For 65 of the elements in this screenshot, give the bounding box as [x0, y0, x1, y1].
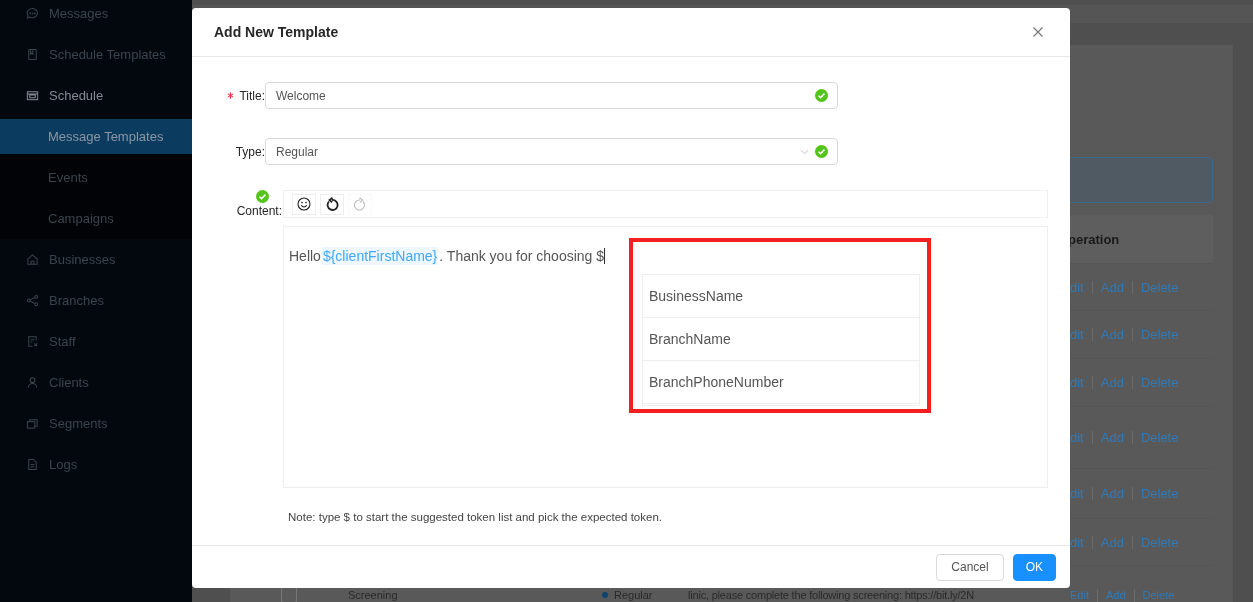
- input-field[interactable]: Regular: [265, 138, 838, 165]
- sidebar-subitem[interactable]: Campaigns: [0, 198, 192, 239]
- action-link[interactable]: dit: [1070, 279, 1084, 295]
- sidebar-item[interactable]: Messages: [0, 0, 192, 34]
- field-label: Content:: [236, 204, 282, 218]
- dialog-title: Add New Template: [214, 24, 339, 40]
- stack-icon: [26, 417, 39, 430]
- emoji-button[interactable]: [292, 193, 316, 215]
- action-link[interactable]: dit: [1070, 486, 1084, 501]
- sidebar-item[interactable]: Staff: [0, 321, 192, 362]
- input-field[interactable]: Welcome: [265, 82, 838, 109]
- sidebar-item[interactable]: Businesses: [0, 239, 192, 280]
- chat-icon: [26, 7, 39, 20]
- suggestion-item[interactable]: BusinessName: [643, 275, 919, 318]
- action-link[interactable]: Add: [1100, 279, 1124, 295]
- field-label: Type:: [235, 144, 265, 159]
- editor-text: Hello: [289, 248, 321, 264]
- action-link[interactable]: dit: [1070, 534, 1084, 550]
- field-label: Title:: [239, 88, 265, 103]
- token-tag: ${clientFirstName}: [321, 247, 439, 265]
- action-link[interactable]: dit: [1070, 327, 1084, 342]
- action-link[interactable]: Add: [1100, 486, 1124, 501]
- sidebar-subitem[interactable]: Message Templates: [0, 119, 192, 154]
- home-icon: [26, 253, 39, 266]
- sidebar-item[interactable]: Segments: [0, 403, 192, 444]
- undo-button[interactable]: [320, 193, 344, 215]
- sidebar-item[interactable]: Schedule Templates: [0, 34, 192, 75]
- sidebar-item[interactable]: Clients: [0, 362, 192, 403]
- undo-icon: [325, 197, 339, 211]
- book-icon: [26, 48, 39, 61]
- caret-icon: [800, 148, 809, 155]
- action-link[interactable]: dit: [1070, 430, 1084, 445]
- action-link[interactable]: Add: [1100, 534, 1124, 550]
- action-link[interactable]: Add: [1100, 375, 1124, 390]
- action-link[interactable]: Delete: [1142, 589, 1175, 601]
- action-link[interactable]: Add: [1100, 327, 1124, 342]
- card-icon: [26, 335, 39, 348]
- sidebar-item[interactable]: Logs: [0, 444, 192, 485]
- action-link[interactable]: Delete: [1140, 279, 1179, 295]
- content-editor[interactable]: Hello${clientFirstName}. Thank you for choosing $ BusinessName BranchName BranchPhoneNumber: [283, 226, 1048, 488]
- sidebar-item[interactable]: Schedule: [0, 75, 192, 116]
- cancel-button[interactable]: Cancel: [936, 553, 1004, 581]
- action-link[interactable]: Delete: [1140, 327, 1179, 342]
- suggestion-item[interactable]: BranchName: [643, 318, 919, 361]
- sidebar-subitem[interactable]: Events: [0, 157, 192, 198]
- share-icon: [26, 294, 39, 307]
- action-link[interactable]: Delete: [1140, 430, 1179, 445]
- action-link[interactable]: Add: [1105, 589, 1126, 601]
- file-icon: [26, 458, 39, 471]
- action-link[interactable]: Edit: [1070, 589, 1089, 601]
- action-link[interactable]: Delete: [1140, 375, 1179, 390]
- close-icon: [1032, 26, 1044, 38]
- hint-text: Note: type $ to start the suggested token list and pick the expected token.: [288, 511, 663, 523]
- calendar-icon: [26, 89, 39, 102]
- editor-text: . Thank you for choosing $: [439, 248, 605, 264]
- action-link[interactable]: Delete: [1140, 486, 1179, 501]
- action-link[interactable]: dit: [1070, 375, 1084, 390]
- suggestion-item[interactable]: BranchPhoneNumber: [643, 361, 919, 404]
- smiley-icon: [297, 197, 311, 211]
- user-icon: [26, 376, 39, 389]
- action-link[interactable]: Add: [1100, 430, 1124, 445]
- sidebar-item[interactable]: Branches: [0, 280, 192, 321]
- action-link[interactable]: Delete: [1140, 534, 1179, 550]
- redo-icon: [353, 197, 367, 211]
- ok-button[interactable]: OK: [1012, 553, 1056, 581]
